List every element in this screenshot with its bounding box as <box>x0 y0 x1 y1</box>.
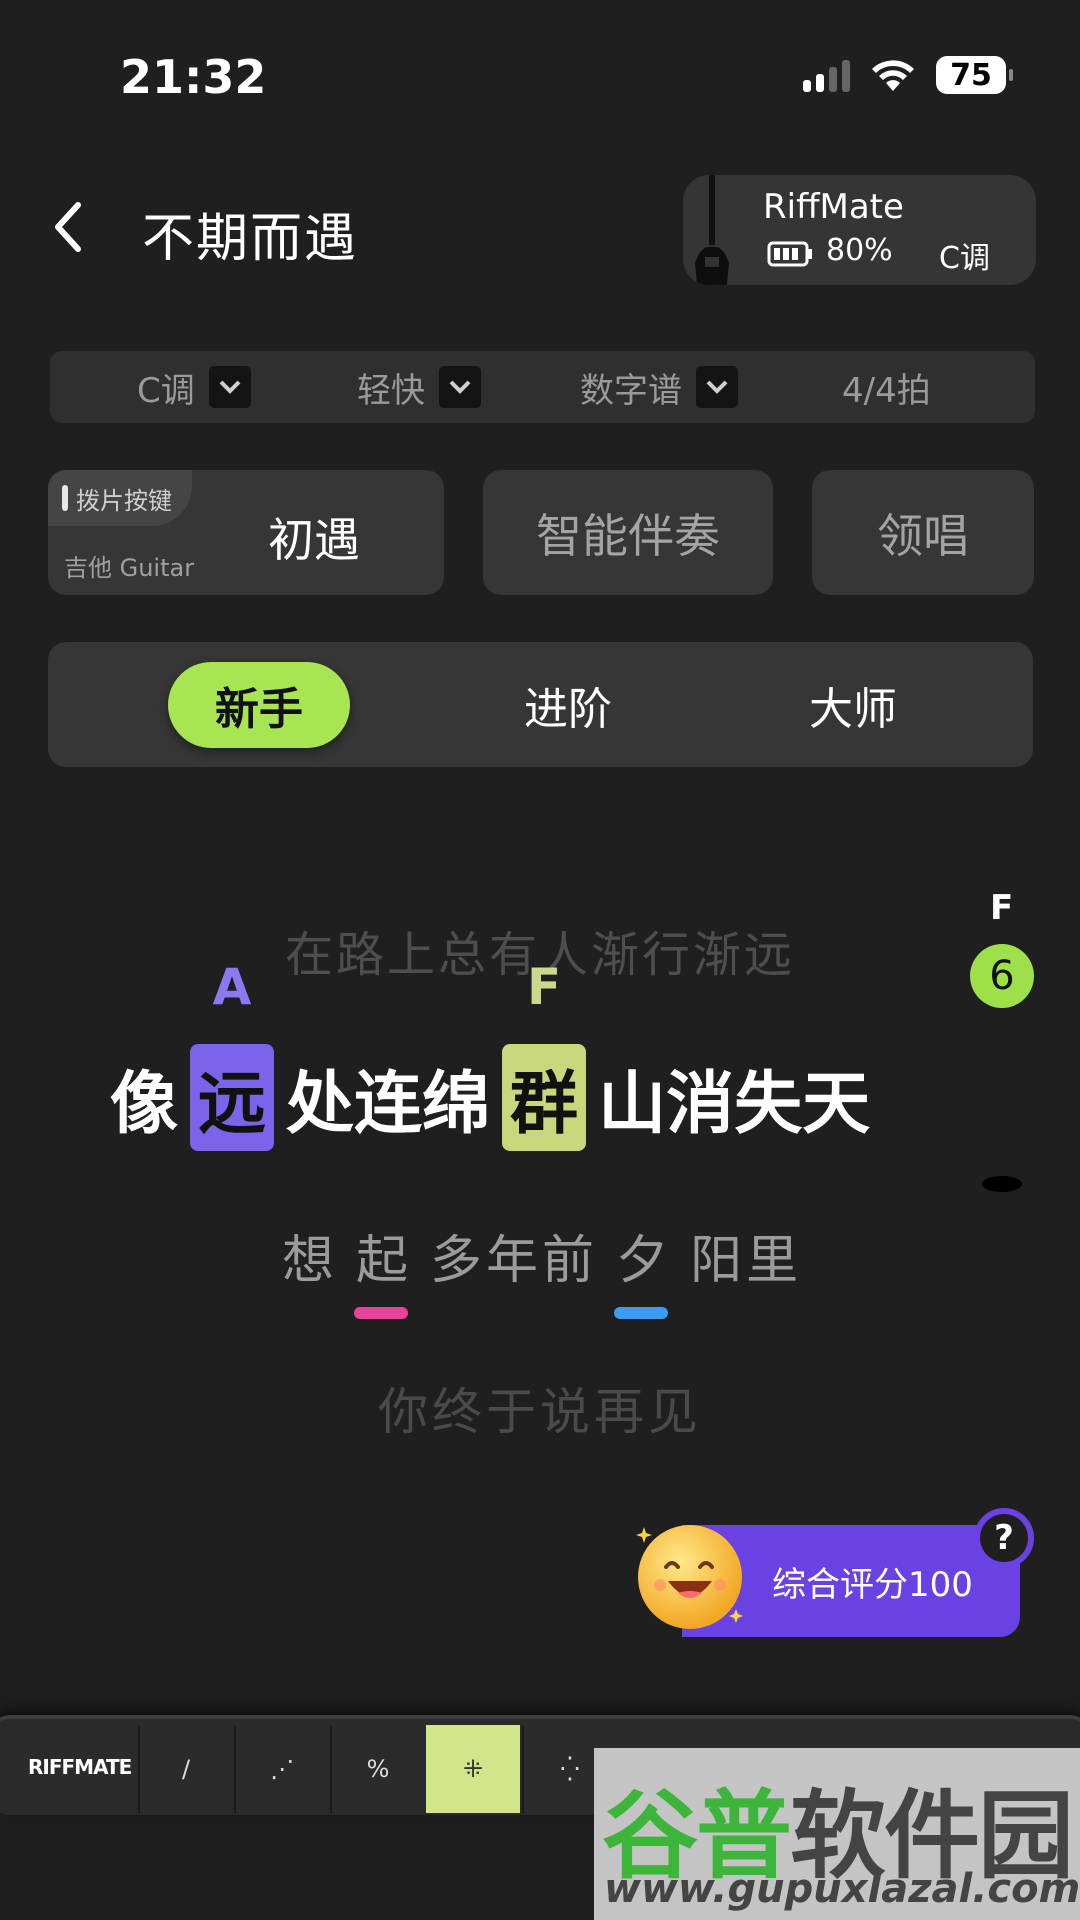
score-label: 综合评分100 <box>772 1564 973 1605</box>
effect-slot[interactable]: / <box>138 1725 232 1813</box>
lyric-segment: 像 <box>110 1064 179 1144</box>
smart-accompaniment-label: 智能伴奏 <box>536 508 720 563</box>
signal-icon <box>803 58 850 92</box>
status-time: 21:32 <box>120 50 267 104</box>
pick-button-badge: 拨片按键 <box>48 470 192 526</box>
smart-accompaniment-button[interactable]: 智能伴奏 <box>483 470 773 595</box>
effect-slot[interactable]: ⋰ <box>234 1725 328 1813</box>
chevron-down-icon[interactable] <box>439 366 481 408</box>
lyric-highlight: 群 <box>510 1064 579 1144</box>
lyric-underlined-word: 夕 <box>614 1218 673 1319</box>
tab-intermediate[interactable]: 进阶 <box>493 662 643 748</box>
chord-label: A <box>212 957 252 1016</box>
guitar-mode-button[interactable]: 拨片按键 吉他 Guitar 初遇 <box>48 470 444 595</box>
time-signature: 4/4拍 <box>842 370 931 411</box>
instrument-label: 吉他 Guitar <box>64 554 195 582</box>
side-chord-fret: 6 <box>970 944 1034 1008</box>
chord-label: F <box>526 957 562 1016</box>
device-key: C调 <box>939 241 990 276</box>
guitar-device-icon <box>695 175 729 285</box>
wifi-icon <box>872 60 914 91</box>
lyric-segment: 夕 <box>616 1231 673 1291</box>
lyric-segment: 山消失天 <box>598 1064 871 1144</box>
lyric-segment: 阳里 <box>690 1231 803 1291</box>
pick-icon <box>62 485 68 511</box>
song-title: 不期而遇 <box>142 209 359 269</box>
device-card[interactable]: RiffMate 80% C调 <box>683 175 1036 285</box>
song-settings-bar: C调 轻快 数字谱 4/4拍 <box>50 351 1035 423</box>
scroll-indicator <box>982 1176 1022 1192</box>
effect-slot[interactable]: % <box>330 1725 424 1813</box>
brand-logo: RIFFMATE <box>28 1755 132 1779</box>
notation-select[interactable]: 数字谱 <box>580 361 738 413</box>
status-icons: 75 <box>803 56 1013 94</box>
notation-select-label: 数字谱 <box>580 370 682 411</box>
lyric-segment: 多年前 <box>430 1231 599 1291</box>
lead-vocal-label: 领唱 <box>877 508 969 563</box>
style-select[interactable]: 轻快 <box>357 361 481 413</box>
back-arrow-icon[interactable] <box>44 195 94 259</box>
battery-icon: 75 <box>936 56 1013 94</box>
lyric-line-current: 像 A 远 处连绵 F 群 山消失天 <box>110 958 870 1151</box>
strum-marker <box>614 1307 669 1319</box>
watermark-url: www.gupuxlazal.com <box>604 1866 1080 1912</box>
device-battery-level: 80% <box>826 233 893 268</box>
lyric-segment: 起 <box>356 1231 413 1291</box>
effect-slot-active[interactable]: ⁜ <box>426 1725 520 1813</box>
tab-master[interactable]: 大师 <box>778 662 928 748</box>
difficulty-selector: 新手 进阶 大师 <box>48 642 1033 767</box>
song-mode-label: 初遇 <box>268 513 360 567</box>
lyric-line-next: 想 起 多年前 夕 阳里 <box>282 1218 803 1319</box>
watermark: 谷普软件园 www.gupuxlazal.com <box>594 1748 1080 1920</box>
device-battery-icon <box>767 241 812 267</box>
pick-badge-label: 拨片按键 <box>76 486 172 515</box>
lyric-underlined-word: 起 <box>354 1218 413 1319</box>
lyric-chord-word: A 远 <box>190 958 275 1151</box>
device-name: RiffMate <box>763 187 904 227</box>
key-select-label: C调 <box>137 370 195 411</box>
lyric-line-upcoming: 你终于说再见 <box>378 1383 702 1441</box>
lyric-segment: 想 <box>282 1231 339 1291</box>
side-chord-name: F <box>990 888 1014 928</box>
lyric-highlight: 远 <box>198 1064 267 1144</box>
smiley-emoji-icon <box>636 1525 743 1629</box>
tab-beginner[interactable]: 新手 <box>168 662 350 748</box>
lead-vocal-button[interactable]: 领唱 <box>812 470 1034 595</box>
chevron-down-icon[interactable] <box>696 366 738 408</box>
help-icon[interactable]: ? <box>974 1508 1034 1568</box>
style-select-label: 轻快 <box>357 370 425 411</box>
strum-marker <box>354 1307 409 1319</box>
key-select[interactable]: C调 <box>137 361 251 413</box>
chevron-down-icon[interactable] <box>208 366 251 408</box>
lyric-chord-word: F 群 <box>502 958 587 1151</box>
lyric-segment: 处连绵 <box>286 1064 491 1144</box>
